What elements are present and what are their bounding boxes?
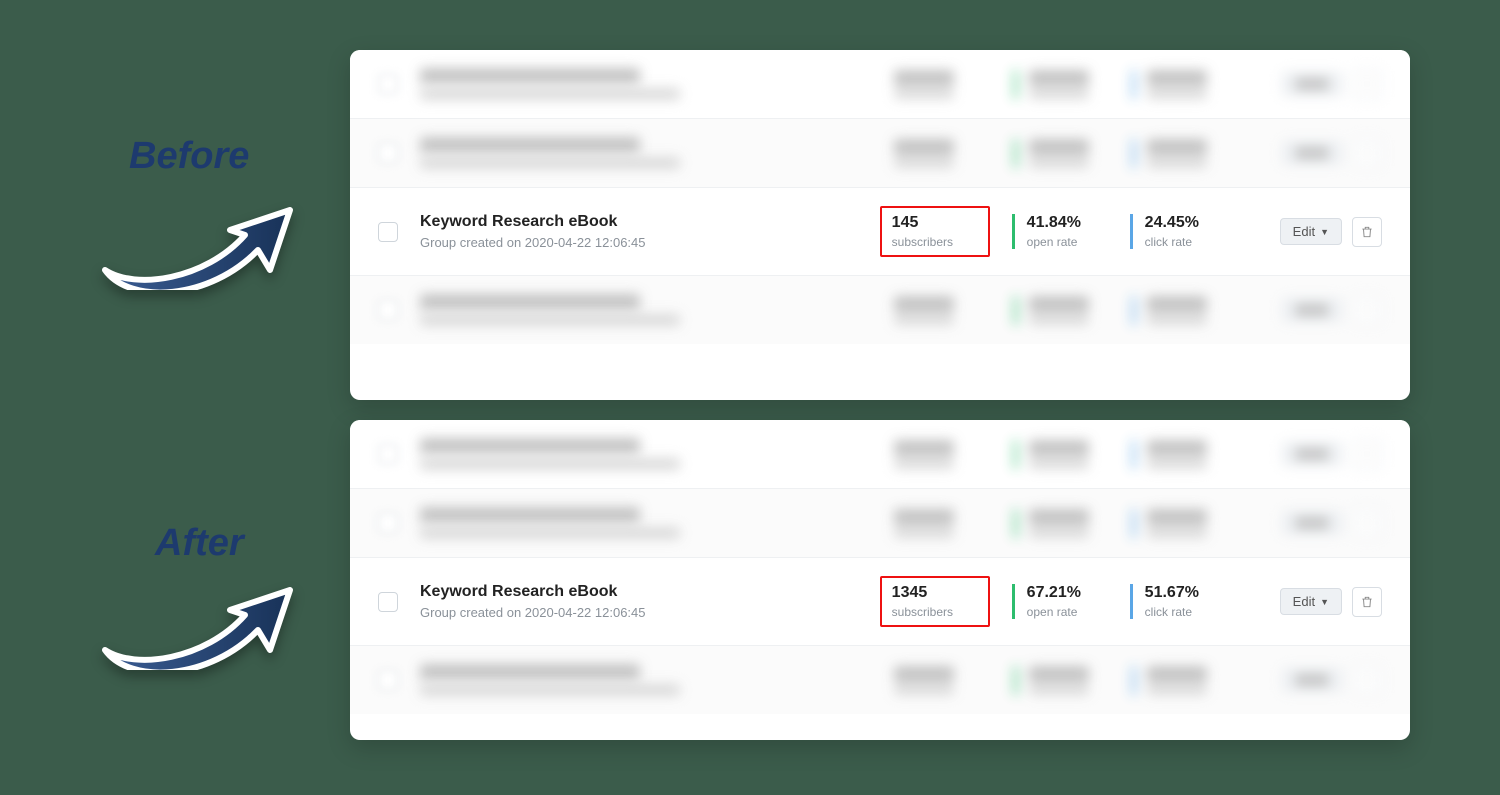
list-item — [350, 489, 1410, 558]
delete-button[interactable] — [1352, 295, 1382, 325]
edit-button[interactable]: Edit ▼ — [1280, 588, 1342, 615]
panel-after: Keyword Research eBook Group created on … — [350, 420, 1410, 740]
checkbox[interactable] — [378, 444, 398, 464]
edit-button[interactable] — [1282, 511, 1342, 535]
checkbox[interactable] — [378, 592, 398, 612]
delete-button[interactable] — [1352, 217, 1382, 247]
edit-button[interactable]: Edit ▼ — [1280, 218, 1342, 245]
click-rate-label: click rate — [1145, 235, 1240, 249]
group-created: Group created on 2020-04-22 12:06:45 — [420, 235, 880, 250]
subscribers-label: subscribers — [892, 605, 978, 619]
subscribers-stat: 145 subscribers — [880, 206, 990, 257]
edit-button[interactable] — [1282, 72, 1342, 96]
delete-button[interactable] — [1352, 665, 1382, 695]
subscribers-label: subscribers — [892, 235, 978, 249]
click-rate-value: 24.45% — [1145, 214, 1240, 232]
edit-button[interactable] — [1282, 141, 1342, 165]
click-rate-label: click rate — [1145, 605, 1240, 619]
open-rate-label: open rate — [1027, 605, 1122, 619]
open-rate-stat: 67.21% open rate — [1012, 584, 1122, 619]
checkbox[interactable] — [378, 222, 398, 242]
delete-button[interactable] — [1352, 508, 1382, 538]
trash-icon — [1360, 225, 1374, 239]
edit-label: Edit — [1293, 594, 1315, 609]
click-rate-stat: 51.67% click rate — [1130, 584, 1240, 619]
group-created: Group created on 2020-04-22 12:06:45 — [420, 605, 880, 620]
chevron-down-icon: ▼ — [1320, 227, 1329, 237]
list-item — [350, 119, 1410, 188]
click-rate-value: 51.67% — [1145, 584, 1240, 602]
list-item-keyword-research: Keyword Research eBook Group created on … — [350, 188, 1410, 276]
open-rate-value: 67.21% — [1027, 584, 1122, 602]
checkbox[interactable] — [378, 143, 398, 163]
delete-button[interactable] — [1352, 69, 1382, 99]
group-title: Keyword Research eBook — [420, 583, 880, 601]
arrow-before — [95, 180, 305, 290]
list-item-keyword-research: Keyword Research eBook Group created on … — [350, 558, 1410, 646]
edit-button[interactable] — [1282, 442, 1342, 466]
trash-icon — [1360, 595, 1374, 609]
open-rate-stat: 41.84% open rate — [1012, 214, 1122, 249]
list-item — [350, 50, 1410, 119]
open-rate-value: 41.84% — [1027, 214, 1122, 232]
edit-label: Edit — [1293, 224, 1315, 239]
chevron-down-icon: ▼ — [1320, 597, 1329, 607]
list-item — [350, 276, 1410, 344]
list-item — [350, 420, 1410, 489]
delete-button[interactable] — [1352, 439, 1382, 469]
checkbox[interactable] — [378, 670, 398, 690]
edit-button[interactable] — [1282, 298, 1342, 322]
group-title: Keyword Research eBook — [420, 213, 880, 231]
checkbox[interactable] — [378, 74, 398, 94]
label-before: Before — [129, 135, 249, 178]
open-rate-label: open rate — [1027, 235, 1122, 249]
subscribers-value: 1345 — [892, 584, 978, 602]
panel-before: Keyword Research eBook Group created on … — [350, 50, 1410, 400]
label-after: After — [155, 522, 244, 565]
checkbox[interactable] — [378, 300, 398, 320]
edit-button[interactable] — [1282, 668, 1342, 692]
click-rate-stat: 24.45% click rate — [1130, 214, 1240, 249]
arrow-after — [95, 560, 305, 670]
delete-button[interactable] — [1352, 138, 1382, 168]
subscribers-value: 145 — [892, 214, 978, 232]
subscribers-stat: 1345 subscribers — [880, 576, 990, 627]
delete-button[interactable] — [1352, 587, 1382, 617]
checkbox[interactable] — [378, 513, 398, 533]
list-item — [350, 646, 1410, 714]
